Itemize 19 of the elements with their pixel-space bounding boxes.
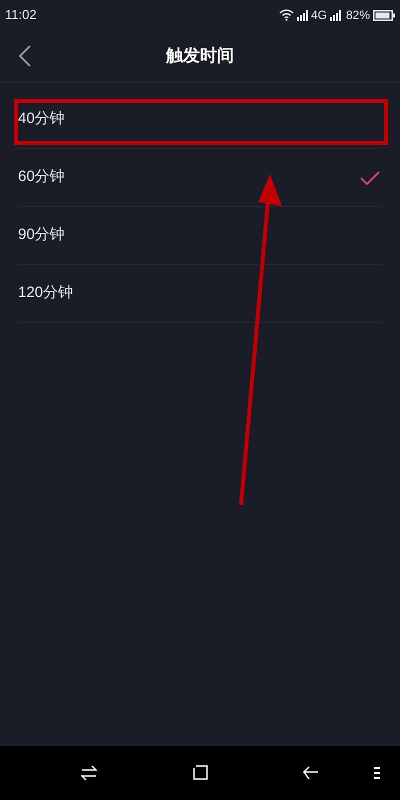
option-label: 60分钟 — [18, 167, 65, 188]
option-label: 120分钟 — [18, 283, 74, 304]
back-icon[interactable] — [19, 45, 31, 67]
option-label: 90分钟 — [18, 225, 65, 246]
status-time: 11:02 — [5, 6, 37, 24]
home-icon[interactable] — [193, 765, 208, 780]
option-label: 40分钟 — [18, 109, 65, 130]
signal-icon — [296, 10, 310, 20]
option-row[interactable]: 90分钟 — [18, 207, 382, 265]
wifi-icon — [278, 9, 294, 21]
signal-icon — [330, 10, 343, 20]
option-row[interactable]: 120分钟 — [18, 265, 382, 323]
menu-icon[interactable] — [374, 767, 380, 779]
option-row[interactable]: 40分钟 — [18, 91, 382, 149]
battery-percent: 82% — [346, 7, 370, 24]
battery-icon — [373, 10, 395, 20]
recent-apps-icon[interactable] — [81, 765, 97, 781]
page-title: 触发时间 — [166, 45, 234, 68]
network-type: 4G — [310, 7, 327, 24]
